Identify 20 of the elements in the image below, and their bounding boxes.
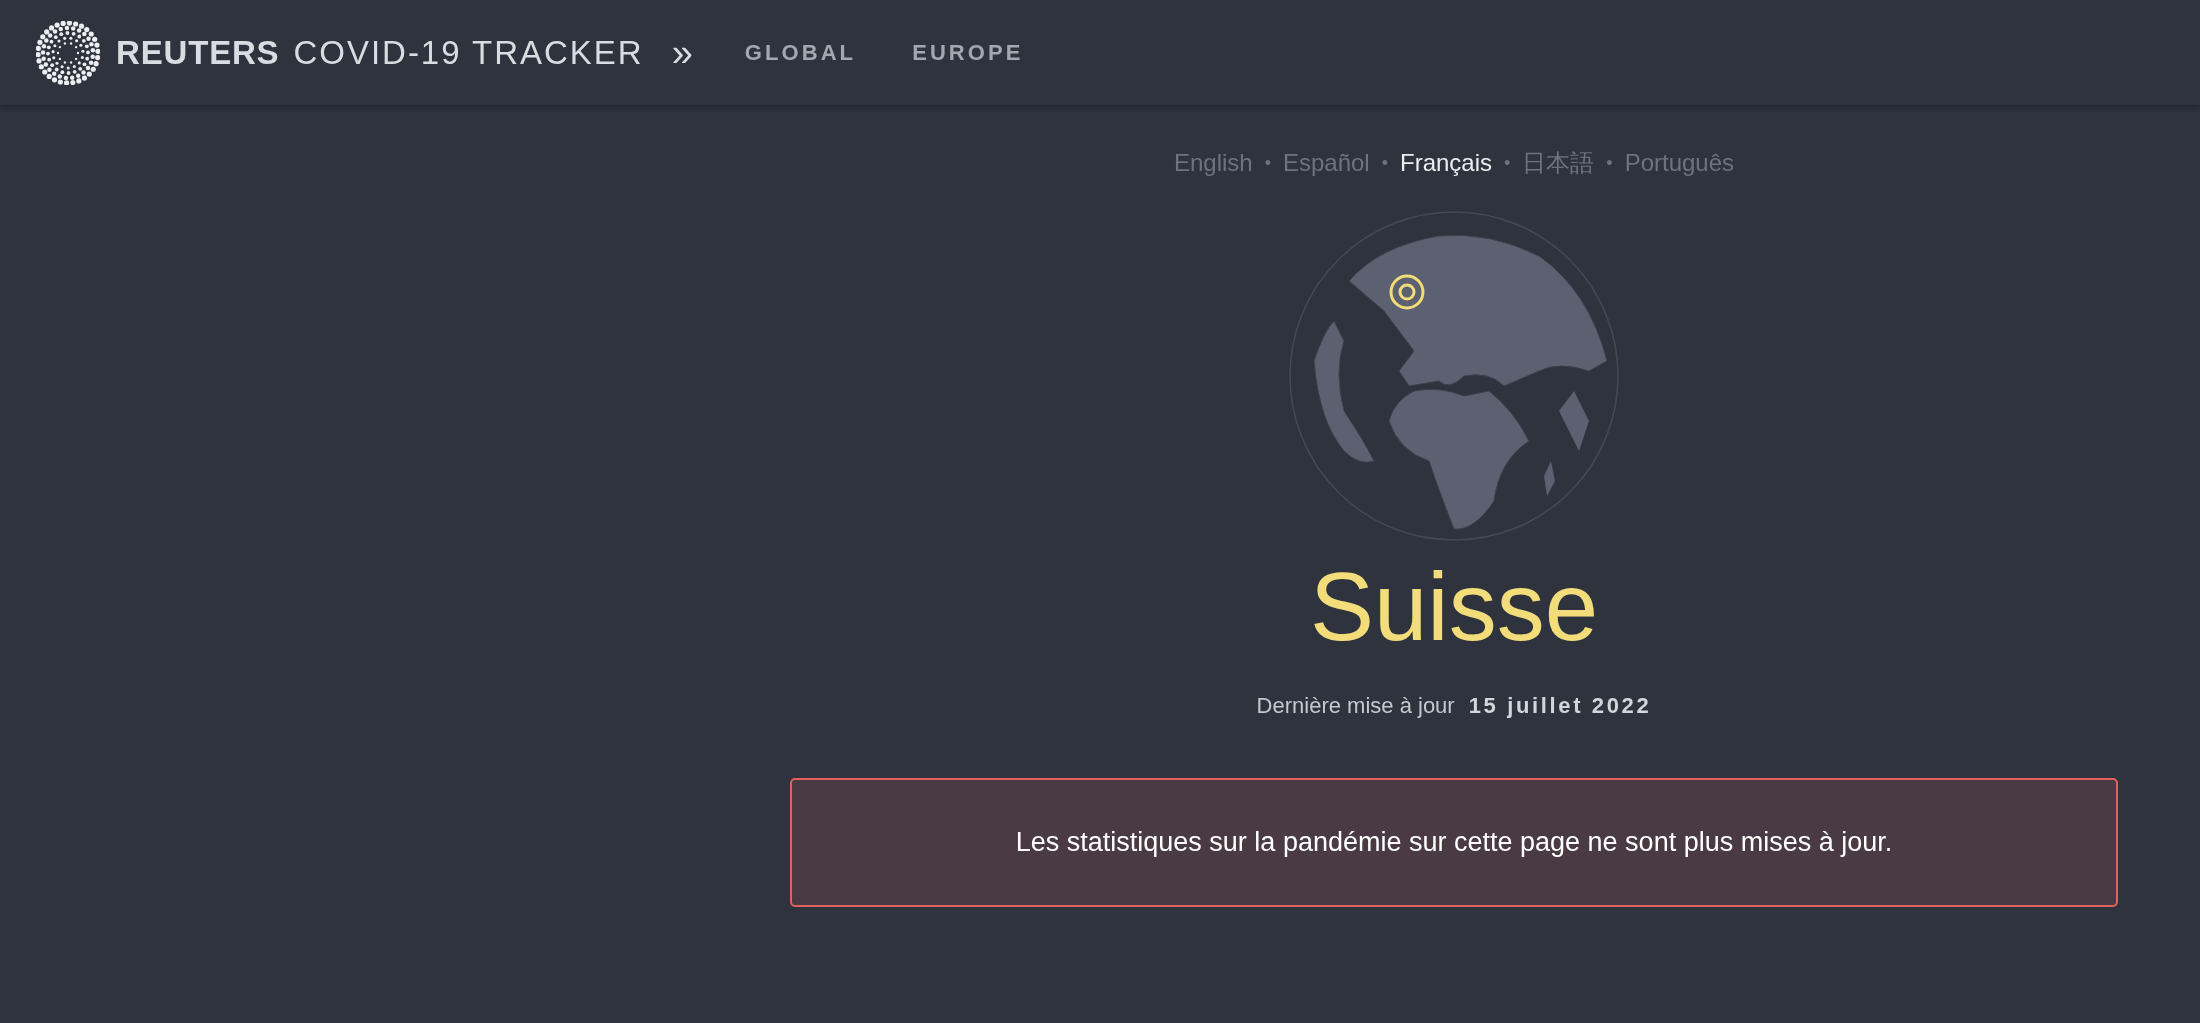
language-link[interactable]: 日本語 xyxy=(1522,145,1595,181)
nav-link[interactable]: GLOBAL xyxy=(744,36,857,69)
language-link[interactable]: Português xyxy=(1624,145,1735,181)
product-name[interactable]: COVID-19 TRACKER xyxy=(293,27,644,78)
last-updated-label: Dernière mise à jour xyxy=(1256,692,1455,720)
chevron-separator: » xyxy=(671,33,693,72)
brand-name[interactable]: REUTERS xyxy=(116,27,280,78)
location-marker-icon xyxy=(1388,273,1426,311)
dot-separator: • xyxy=(1504,151,1511,175)
country-title: Suisse xyxy=(1309,559,1599,655)
dot-separator: • xyxy=(1264,151,1271,175)
logo-icon[interactable] xyxy=(36,20,100,85)
dot-separator: • xyxy=(1606,151,1613,175)
language-link[interactable]: English xyxy=(1173,145,1253,181)
notice-banner: Les statistiques sur la pandémie sur cette page ne sont plus mises à jour. xyxy=(790,778,2118,907)
nav-link[interactable]: EUROPE xyxy=(912,36,1024,69)
language-link[interactable]: Français xyxy=(1400,145,1493,181)
language-link[interactable]: Español xyxy=(1282,145,1370,181)
dot-separator: • xyxy=(1381,151,1388,175)
last-updated-date: 15 juillet 2022 xyxy=(1468,692,1652,720)
